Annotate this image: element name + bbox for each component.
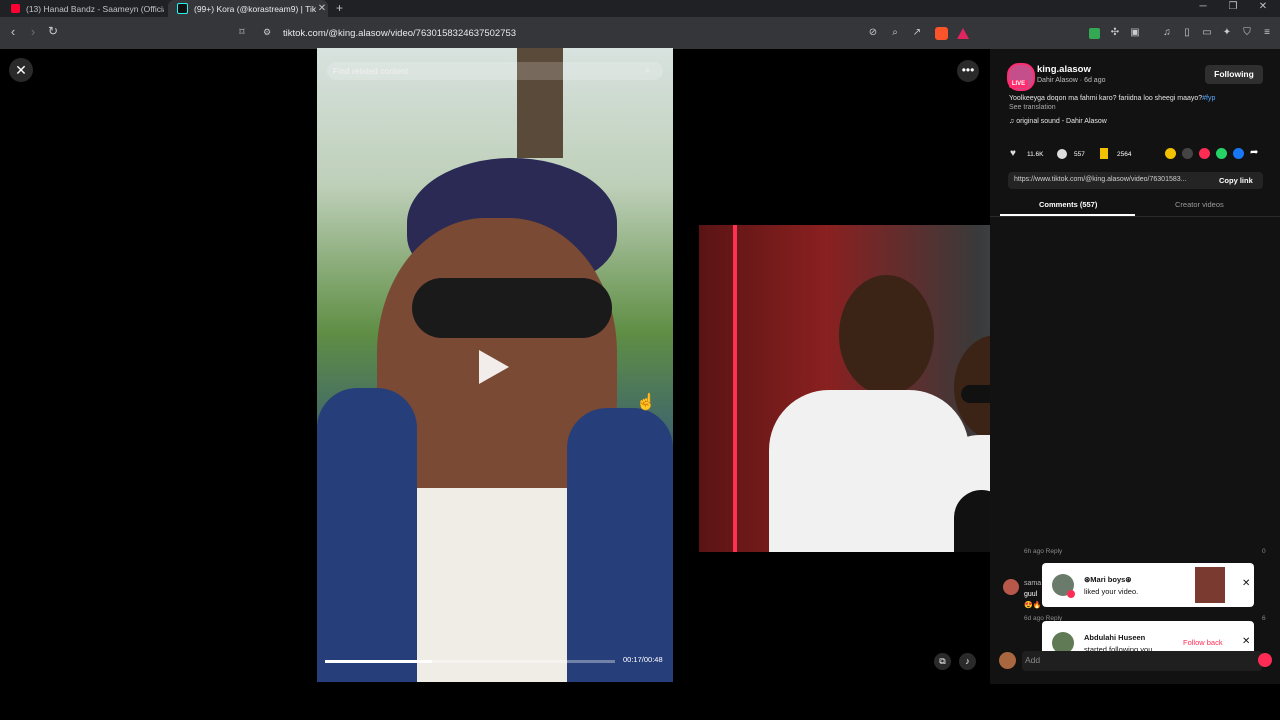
video-timecode: 00:17/00:48 (623, 655, 663, 664)
hashtag-link[interactable]: #fyp (1202, 95, 1215, 102)
extensions-icon[interactable]: ✣ (1108, 27, 1122, 38)
new-tab-button[interactable]: + (336, 1, 343, 15)
following-button[interactable]: Following (1205, 65, 1263, 84)
share-page-icon[interactable]: ↗ (910, 27, 924, 38)
window-close-icon[interactable]: ✕ (1248, 1, 1278, 12)
comments-count: 557 (1074, 151, 1085, 158)
site-info-icon[interactable]: ⚙ (260, 27, 274, 38)
post-comment-icon[interactable] (1258, 653, 1272, 667)
whatsapp-icon[interactable] (1216, 148, 1227, 159)
vpn-icon[interactable]: ⛉ (1240, 27, 1254, 38)
brave-rewards-icon[interactable] (957, 28, 969, 39)
saves-count: 2564 (1117, 151, 1132, 158)
find-related-search[interactable]: Find related content (327, 62, 663, 80)
tab-title: (99+) Kora (@korastream9) | TikT (194, 3, 316, 14)
url-text: tiktok.com/@king.alasow/video/7630158324… (283, 28, 517, 39)
more-options-icon[interactable]: ••• (957, 60, 979, 82)
translate-off-icon[interactable]: ⊘ (866, 27, 880, 38)
comment-emoji: 😍🔥 (1024, 602, 1042, 609)
sunglasses (412, 278, 612, 338)
comment-like-count: 6 (1262, 615, 1266, 622)
comment-text: guul (1024, 591, 1038, 598)
zoom-icon[interactable]: ⌕ (888, 27, 902, 38)
extension-sheets-icon[interactable] (1089, 28, 1100, 39)
see-translation-link[interactable]: See translation (1009, 104, 1056, 111)
tab-comments[interactable]: Comments (557) (1039, 200, 1097, 209)
add-comment-input[interactable] (1022, 651, 1262, 671)
coin-icon[interactable] (1165, 148, 1176, 159)
forward-icon[interactable]: › (25, 24, 41, 39)
commenter-name[interactable]: sama (1024, 580, 1041, 587)
tab-divider (990, 216, 1280, 217)
bottom-strip (0, 684, 1280, 720)
bookmark-icon[interactable]: ⌑ (235, 27, 249, 38)
menu-icon[interactable]: ≡ (1260, 27, 1274, 38)
jacket-right (567, 408, 673, 682)
comment-icon[interactable] (1057, 149, 1067, 159)
restore-icon[interactable]: ❐ (1218, 1, 1248, 12)
author-meta: Dahir Alasow · 6d ago (1037, 77, 1106, 84)
video-progress-bar[interactable] (325, 660, 615, 663)
play-icon[interactable] (479, 350, 509, 384)
notification-text: liked your video. (1084, 587, 1139, 596)
brave-shields-icon[interactable] (935, 27, 948, 40)
sidebar-icon[interactable]: ▯ (1180, 27, 1194, 38)
facebook-icon[interactable] (1233, 148, 1244, 159)
volume-icon[interactable]: ♪ (959, 653, 976, 670)
close-icon[interactable]: ✕ (9, 58, 33, 82)
led-strip (733, 225, 737, 552)
floating-player-icon[interactable]: ⧉ (934, 653, 951, 670)
share-url: https://www.tiktok.com/@king.alasow/vide… (1014, 176, 1187, 183)
heart-icon[interactable]: ♥ (1010, 148, 1016, 159)
youtube-icon (11, 4, 20, 13)
browser-tab-youtube[interactable]: (13) Hanad Bandz - Saameyn (Official (2, 0, 164, 17)
media-icon[interactable]: ♫ (1160, 27, 1174, 38)
search-icon[interactable]: ⌕ (645, 65, 651, 76)
comment-meta: 6h ago Reply (1024, 548, 1063, 555)
jacket-left (317, 388, 417, 682)
notifier-name: Abdulahi Huseen (1084, 633, 1146, 642)
live-badge: LIVE (1009, 80, 1028, 88)
tiktok-icon (177, 3, 188, 14)
add-comment-placeholder: Add (1025, 655, 1041, 665)
tab-close-icon[interactable]: ✕ (316, 3, 328, 14)
video-thumbnail (1195, 567, 1225, 603)
video-progress-fill (325, 660, 433, 663)
notifier-name: ⊛Mari boys⊛ (1084, 575, 1132, 584)
back-icon[interactable]: ‹ (5, 24, 21, 39)
heart-badge-icon (1067, 590, 1075, 598)
repost-icon[interactable] (1199, 148, 1210, 159)
wallet-icon[interactable]: ▭ (1200, 27, 1214, 38)
notification-close-icon[interactable]: ✕ (1242, 636, 1250, 647)
tab-title: (13) Hanad Bandz - Saameyn (Official (26, 3, 164, 14)
commenter-avatar[interactable] (1003, 579, 1019, 595)
bookmark-save-icon[interactable] (1100, 148, 1108, 159)
notification-close-icon[interactable]: ✕ (1242, 578, 1250, 589)
copy-link-button[interactable]: Copy link (1219, 176, 1253, 185)
screenshot-icon[interactable]: ▣ (1128, 27, 1142, 38)
tab-creator-videos[interactable]: Creator videos (1175, 200, 1224, 209)
minimize-icon[interactable]: ─ (1188, 1, 1218, 12)
leo-ai-icon[interactable]: ✦ (1220, 27, 1234, 38)
likes-count: 11.6K (1027, 151, 1044, 158)
share-more-icon[interactable]: ➦ (1250, 147, 1258, 158)
person-one-head (839, 275, 934, 395)
comment-like-count: 0 (1262, 548, 1266, 555)
notification-like[interactable]: ⊛Mari boys⊛ liked your video. ✕ (1042, 563, 1254, 607)
sound-link[interactable]: ♫ original sound - Dahir Alasow (1009, 118, 1107, 125)
browser-tab-tiktok[interactable]: (99+) Kora (@korastream9) | TikT ✕ (168, 0, 328, 17)
mouse-cursor: ☝ (636, 394, 656, 411)
post-caption: Yoolkeeyga doqon ma fahmi karo? fariidna… (1009, 95, 1216, 102)
embed-icon[interactable] (1182, 148, 1193, 159)
video-player[interactable]: Find related content ⌕ 00:17/00:48 (317, 48, 673, 682)
user-avatar[interactable] (999, 652, 1016, 669)
reload-icon[interactable]: ↻ (45, 24, 61, 38)
creator-username[interactable]: king.alasow (1037, 64, 1091, 75)
follow-back-button[interactable]: Follow back (1183, 638, 1223, 647)
